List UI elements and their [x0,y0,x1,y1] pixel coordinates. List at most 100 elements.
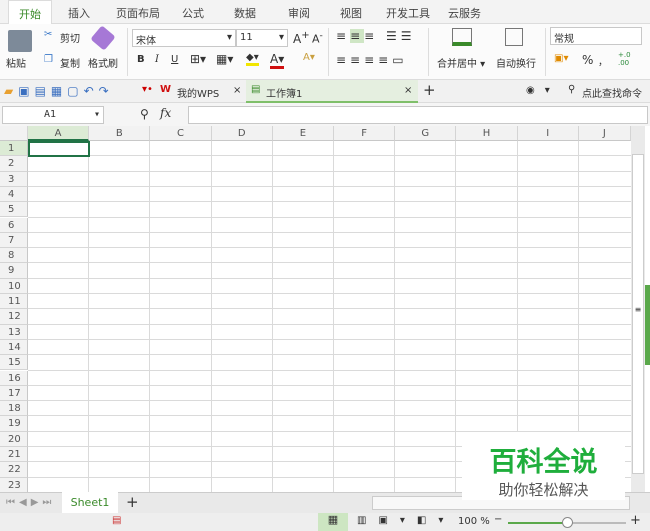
gridline-v [88,141,90,492]
zoom-in-button[interactable]: + [630,513,641,528]
row-header-9[interactable]: 9 [0,263,28,279]
row-header-8[interactable]: 8 [0,248,28,264]
row-header-6[interactable]: 6 [0,217,28,233]
row-header-13[interactable]: 13 [0,324,28,340]
row-header-12[interactable]: 12 [0,309,28,325]
cell-style-icon[interactable]: ▦▾ [216,52,233,66]
view-mode-icons[interactable]: ▥▣▾◧▾ [357,515,455,526]
column-header-F[interactable]: F [334,126,396,141]
row-header-3[interactable]: 3 [0,171,28,187]
normal-view-icon[interactable]: ▦ [318,513,348,531]
tab-8[interactable]: 云服务 [448,5,481,21]
doc-tab-close[interactable]: × [404,85,412,96]
zoom-level[interactable]: 100 % [458,516,490,527]
sheet-tab[interactable]: Sheet1 [62,492,118,513]
vertical-align-icons[interactable]: ≡≡≡ ☰☰ [336,29,416,43]
doc-tab-workbook1[interactable]: ▤ 工作簿1 × [246,80,418,103]
toolbar-icons[interactable]: ◉▾ [526,85,560,96]
font-size-select[interactable]: 11 ▾ [236,29,288,47]
increase-decimal-button[interactable]: +.0 .00 [618,51,638,67]
row-header-5[interactable]: 5 [0,202,28,218]
customize-icon[interactable]: ▾• [142,84,153,95]
column-header-E[interactable]: E [272,126,334,141]
row-header-14[interactable]: 14 [0,339,28,356]
row-header-23[interactable]: 23 [0,477,28,493]
scroll-thumb[interactable]: ≡ [632,154,644,474]
tab-2[interactable]: 页面布局 [116,5,160,21]
row-header-15[interactable]: 15 [0,355,28,371]
row-header-11[interactable]: 11 [0,294,28,310]
border-icon[interactable]: ⊞▾ [190,52,206,66]
font-color-icon[interactable]: A▾ [270,52,285,69]
number-format-select[interactable]: 常规 [550,27,642,45]
macro-icon[interactable]: ▤ [112,515,121,526]
percent-button[interactable]: % [582,53,593,67]
quick-access-icons[interactable]: ▰▣▤▦▢↶↷ [4,84,114,98]
copy-button[interactable]: 复制 [60,55,80,70]
formula-input[interactable] [188,106,648,124]
row-header-18[interactable]: 18 [0,401,28,417]
underline-button[interactable]: U [171,54,178,65]
row-header-10[interactable]: 10 [0,278,28,294]
tab-5[interactable]: 审阅 [288,5,310,21]
sheet-nav-arrows[interactable]: ⏮◀▶⏭ [6,497,55,508]
row-header-1[interactable]: 1 [0,141,28,157]
tab-6[interactable]: 视图 [340,5,362,21]
zoom-lookup-icon[interactable]: ⚲ [140,107,149,121]
tab-4[interactable]: 数据 [234,5,256,21]
bold-button[interactable]: B [137,54,145,65]
row-header-7[interactable]: 7 [0,232,28,249]
tab-7[interactable]: 开发工具 [386,5,430,21]
italic-button[interactable]: I [155,54,159,65]
font-name-select[interactable]: 宋体 ▾ [132,29,236,47]
column-header-A[interactable]: A [28,126,90,141]
doc-tab-my-wps[interactable]: 我的WPS [177,85,219,100]
zoom-out-button[interactable]: − [494,514,502,525]
currency-icon[interactable]: ▣▾ [554,53,568,64]
column-header-H[interactable]: H [456,126,518,141]
horizontal-align-icons[interactable]: ≡≡≡≡▭ [336,53,408,67]
gridline-h [28,170,631,172]
increase-font-icon[interactable]: A+ [293,30,310,46]
side-panel-handle[interactable] [645,285,650,365]
row-header-22[interactable]: 22 [0,462,28,478]
merge-center-button[interactable]: 合并居中 ▾ [437,55,485,70]
merge-center-icon [452,28,472,46]
command-search[interactable]: 点此查找命令 [582,85,642,100]
tab-3[interactable]: 公式 [182,5,204,21]
row-header-2[interactable]: 2 [0,156,28,172]
new-tab-button[interactable]: + [423,81,436,99]
row-header-21[interactable]: 21 [0,447,28,463]
column-header-D[interactable]: D [211,126,273,141]
wrap-text-button[interactable]: 自动换行 [496,55,536,70]
row-header-4[interactable]: 4 [0,186,28,203]
name-box[interactable]: A1 ▾ [2,106,104,124]
zoom-slider[interactable] [508,517,626,528]
cut-button[interactable]: 剪切 [60,30,80,45]
paste-icon[interactable] [8,30,32,52]
fill-color-icon[interactable]: ◆▾ [246,52,259,66]
column-header-I[interactable]: I [517,126,579,141]
row-header-19[interactable]: 19 [0,416,28,432]
row-header-17[interactable]: 17 [0,385,28,402]
row-header-20[interactable]: 20 [0,431,28,447]
format-painter-button[interactable]: 格式刷 [88,55,118,70]
selected-cell-a1[interactable] [28,141,91,158]
zoom-slider-knob[interactable] [562,517,573,528]
add-sheet-button[interactable]: + [126,493,139,511]
fx-button[interactable]: fx [160,106,171,120]
select-all-corner[interactable] [0,126,28,141]
column-header-C[interactable]: C [150,126,212,141]
vertical-scrollbar[interactable]: ≡ [631,126,645,492]
clear-format-icon[interactable]: A▾ [303,52,315,63]
column-header-B[interactable]: B [89,126,151,141]
doc-tab-close[interactable]: × [233,85,241,96]
tab-0[interactable]: 开始 [8,0,52,25]
column-header-G[interactable]: G [395,126,457,141]
row-header-16[interactable]: 16 [0,370,28,386]
comma-button[interactable]: ， [598,53,608,68]
tab-1[interactable]: 插入 [68,5,90,21]
paste-button[interactable]: 粘贴 [6,55,26,70]
column-header-J[interactable]: J [578,126,631,141]
decrease-font-icon[interactable]: A- [312,30,323,46]
